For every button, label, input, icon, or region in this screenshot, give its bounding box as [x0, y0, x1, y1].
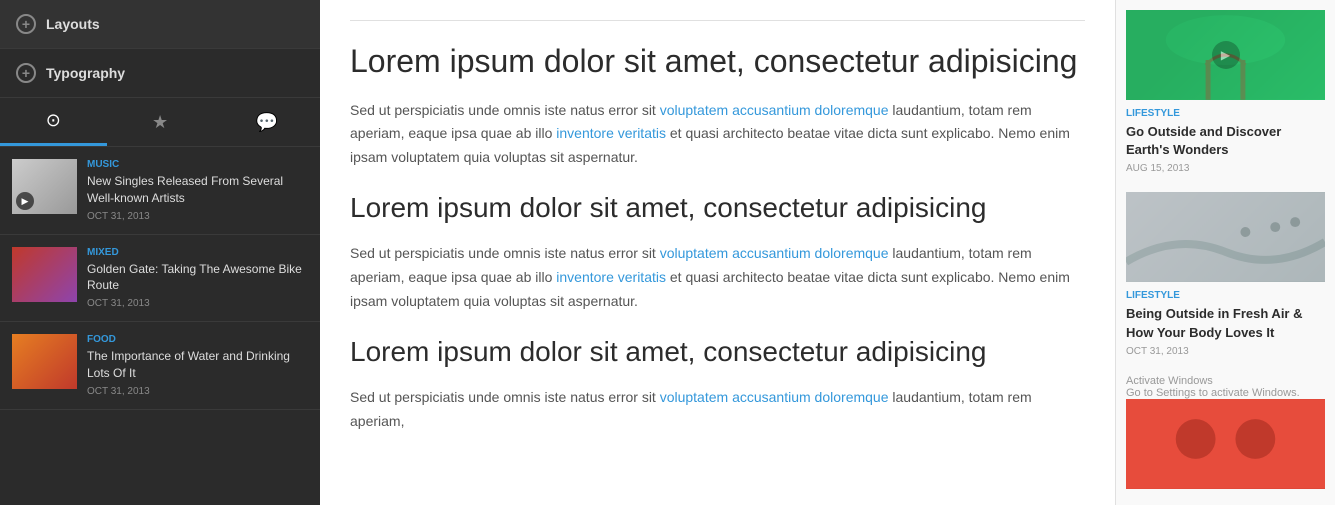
tab-starred[interactable]: ★ [107, 98, 214, 146]
right-article-category: LIFESTYLE [1126, 108, 1325, 119]
list-item[interactable]: ▶ MUSIC New Singles Released From Severa… [0, 147, 320, 235]
right-list-item[interactable] [1126, 399, 1325, 489]
tab-recent[interactable]: ⊙ [0, 98, 107, 146]
top-divider [350, 20, 1085, 21]
right-article-title: Go Outside and Discover Earth's Wonders [1126, 123, 1325, 159]
right-list-item[interactable]: ▶ LIFESTYLE Go Outside and Discover Eart… [1126, 10, 1325, 174]
right-sidebar: ▶ LIFESTYLE Go Outside and Discover Eart… [1115, 0, 1335, 505]
article-content: MUSIC New Singles Released From Several … [87, 159, 308, 222]
comment-icon: 💬 [255, 112, 277, 133]
right-list-item[interactable]: LIFESTYLE Being Outside in Fresh Air & H… [1126, 192, 1325, 356]
content-heading-2: Lorem ipsum dolor sit amet, consectetur … [350, 190, 1085, 226]
content-heading-1: Lorem ipsum dolor sit amet, consectetur … [350, 41, 1085, 83]
article-category: MUSIC [87, 159, 308, 170]
plus-icon: + [16, 14, 36, 34]
article-category: MIXED [87, 247, 308, 258]
content-heading-3: Lorem ipsum dolor sit amet, consectetur … [350, 334, 1085, 370]
sidebar-article-list: ▶ MUSIC New Singles Released From Severa… [0, 147, 320, 505]
plus-icon-2: + [16, 63, 36, 83]
activate-windows-text: Activate Windows Go to Settings to activ… [1126, 375, 1325, 399]
list-item[interactable]: MIXED Golden Gate: Taking The Awesome Bi… [0, 235, 320, 323]
article-content: FOOD The Importance of Water and Drinkin… [87, 334, 308, 397]
sidebar-typography-label: Typography [46, 65, 125, 81]
content-body-3: Sed ut perspiciatis unde omnis iste natu… [350, 386, 1085, 434]
sidebar: + Layouts + Typography ⊙ ★ 💬 ▶ MUSIC New… [0, 0, 320, 505]
article-content: MIXED Golden Gate: Taking The Awesome Bi… [87, 247, 308, 310]
article-thumbnail [12, 247, 77, 302]
right-article-thumbnail [1126, 399, 1325, 489]
sidebar-layouts-label: Layouts [46, 16, 100, 32]
article-date: OCT 31, 2013 [87, 298, 308, 309]
content-body-2: Sed ut perspiciatis unde omnis iste natu… [350, 242, 1085, 313]
star-icon: ★ [152, 112, 168, 133]
right-article-title: Being Outside in Fresh Air & How Your Bo… [1126, 305, 1325, 341]
article-title: Golden Gate: Taking The Awesome Bike Rou… [87, 261, 308, 295]
right-article-thumbnail: ▶ [1126, 10, 1325, 100]
article-date: OCT 31, 2013 [87, 386, 308, 397]
main-content: Lorem ipsum dolor sit amet, consectetur … [320, 0, 1115, 505]
play-icon: ▶ [16, 192, 34, 210]
article-title: New Singles Released From Several Well-k… [87, 173, 308, 207]
sidebar-item-typography[interactable]: + Typography [0, 49, 320, 98]
sidebar-tabs: ⊙ ★ 💬 [0, 98, 320, 147]
recent-icon: ⊙ [46, 110, 61, 131]
right-article-date: AUG 15, 2013 [1126, 163, 1325, 174]
article-thumbnail: ▶ [12, 159, 77, 214]
right-article-date: OCT 31, 2013 [1126, 346, 1325, 357]
sidebar-item-layouts[interactable]: + Layouts [0, 0, 320, 49]
article-date: OCT 31, 2013 [87, 211, 308, 222]
article-category: FOOD [87, 334, 308, 345]
list-item[interactable]: FOOD The Importance of Water and Drinkin… [0, 322, 320, 410]
content-body-1: Sed ut perspiciatis unde omnis iste natu… [350, 99, 1085, 170]
article-thumbnail [12, 334, 77, 389]
right-article-thumbnail [1126, 192, 1325, 282]
article-title: The Importance of Water and Drinking Lot… [87, 348, 308, 382]
tab-comments[interactable]: 💬 [213, 98, 320, 146]
right-article-category: LIFESTYLE [1126, 290, 1325, 301]
